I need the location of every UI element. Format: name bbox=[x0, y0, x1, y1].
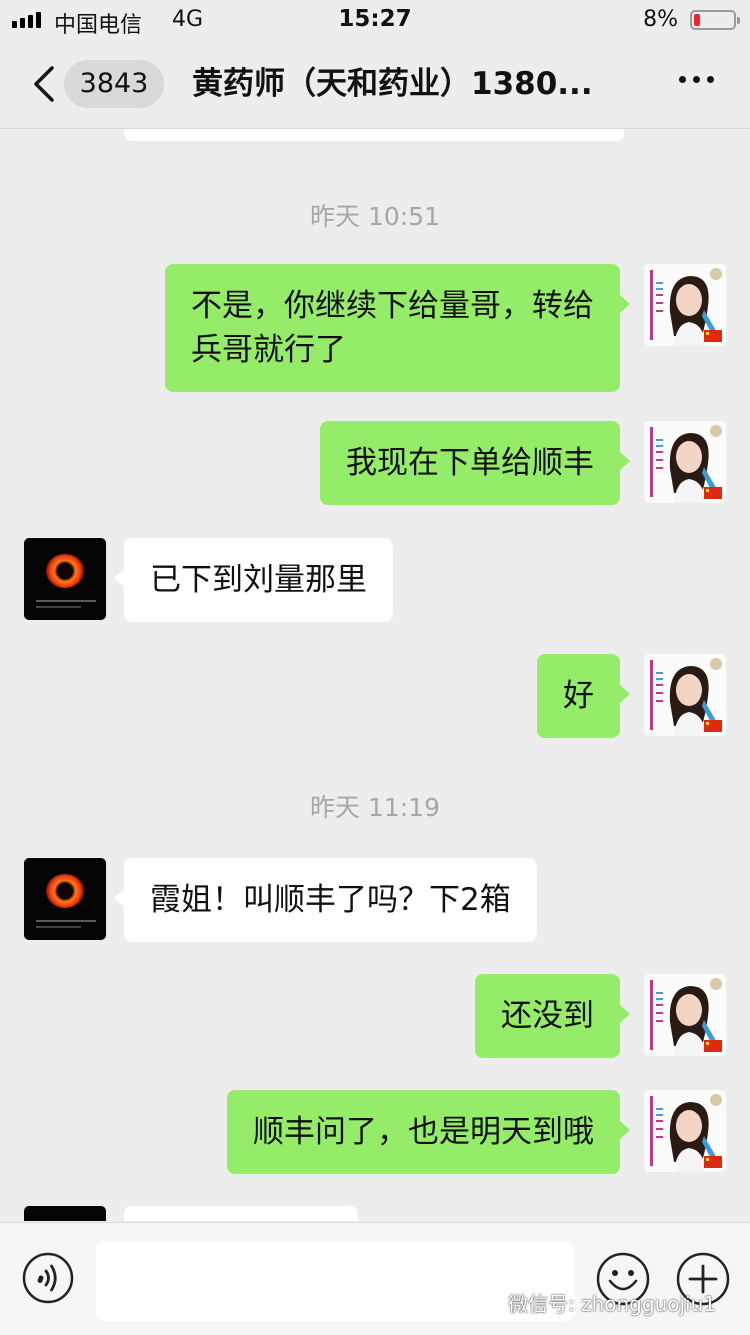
input-bar bbox=[0, 1222, 750, 1335]
black-hole-image bbox=[46, 554, 84, 588]
message-text-line: 还没到 bbox=[501, 998, 594, 1034]
outgoing-message-bubble[interactable]: 我现在下单给顺丰 bbox=[320, 421, 630, 505]
avatar-portrait-image bbox=[644, 974, 726, 1056]
self-avatar[interactable] bbox=[644, 974, 726, 1056]
message-timestamp: 昨天 10:51 bbox=[310, 202, 440, 231]
wechat-watermark: 微信号: zhongguojiu1 bbox=[508, 1292, 716, 1316]
self-avatar[interactable] bbox=[644, 421, 726, 503]
avatar-caption-line bbox=[36, 606, 81, 608]
message-text-line: 兵哥就行了 bbox=[191, 332, 346, 368]
avatar-caption-line bbox=[36, 600, 96, 602]
message-text-line: 已下到刘量那里 bbox=[150, 562, 367, 598]
clock: 15:27 bbox=[338, 6, 412, 32]
unread-count-badge[interactable]: 3843 bbox=[64, 60, 164, 108]
message-text-line: 顺丰问了，也是明天到哦 bbox=[253, 1114, 594, 1150]
outgoing-message-bubble[interactable]: 不是，你继续下给量哥，转给 兵哥就行了 bbox=[165, 264, 630, 392]
status-bar: 中国电信 4G 15:27 8% bbox=[0, 0, 750, 40]
self-avatar[interactable] bbox=[644, 654, 726, 736]
previous-message-bubble bbox=[124, 129, 624, 141]
avatar-portrait-image bbox=[644, 264, 726, 346]
contact-avatar[interactable] bbox=[24, 858, 106, 940]
message-input[interactable] bbox=[96, 1241, 574, 1321]
outgoing-message-bubble[interactable]: 顺丰问了，也是明天到哦 bbox=[227, 1090, 630, 1174]
avatar-portrait-image bbox=[644, 421, 726, 503]
battery-icon bbox=[690, 10, 740, 30]
more-icon[interactable] bbox=[679, 76, 714, 83]
contact-avatar[interactable] bbox=[24, 1206, 106, 1221]
contact-avatar[interactable] bbox=[24, 538, 106, 620]
incoming-message-bubble[interactable] bbox=[124, 1206, 358, 1221]
incoming-message-bubble[interactable]: 已下到刘量那里 bbox=[114, 538, 393, 622]
black-hole-image bbox=[46, 874, 84, 908]
avatar-caption-line bbox=[36, 920, 96, 922]
avatar-portrait-image bbox=[644, 1090, 726, 1172]
message-text-line: 好 bbox=[563, 678, 594, 714]
outgoing-message-bubble[interactable]: 还没到 bbox=[475, 974, 630, 1058]
chat-header: 3843 黄药师（天和药业）1380... bbox=[0, 40, 750, 129]
avatar-caption-line bbox=[36, 926, 81, 928]
self-avatar[interactable] bbox=[644, 1090, 726, 1172]
message-list[interactable]: 昨天 10:51 不是，你继续下给量哥，转给 兵哥就行了我现在下单给顺丰已下到刘量那… bbox=[0, 129, 750, 1221]
chat-title: 黄药师（天和药业）1380... bbox=[192, 66, 593, 102]
back-icon[interactable] bbox=[28, 62, 68, 106]
voice-icon[interactable] bbox=[22, 1252, 74, 1304]
message-text-line: 霞姐！叫顺丰了吗？下2箱 bbox=[150, 882, 511, 918]
incoming-message-bubble[interactable]: 霞姐！叫顺丰了吗？下2箱 bbox=[114, 858, 537, 942]
message-text-line: 不是，你继续下给量哥，转给 bbox=[191, 288, 594, 324]
message-text-line: 我现在下单给顺丰 bbox=[346, 445, 594, 481]
outgoing-message-bubble[interactable]: 好 bbox=[537, 654, 630, 738]
message-timestamp: 昨天 11:19 bbox=[310, 793, 440, 822]
battery-percent: 8% bbox=[643, 7, 678, 32]
battery-fill bbox=[694, 14, 700, 26]
avatar-portrait-image bbox=[644, 654, 726, 736]
self-avatar[interactable] bbox=[644, 264, 726, 346]
